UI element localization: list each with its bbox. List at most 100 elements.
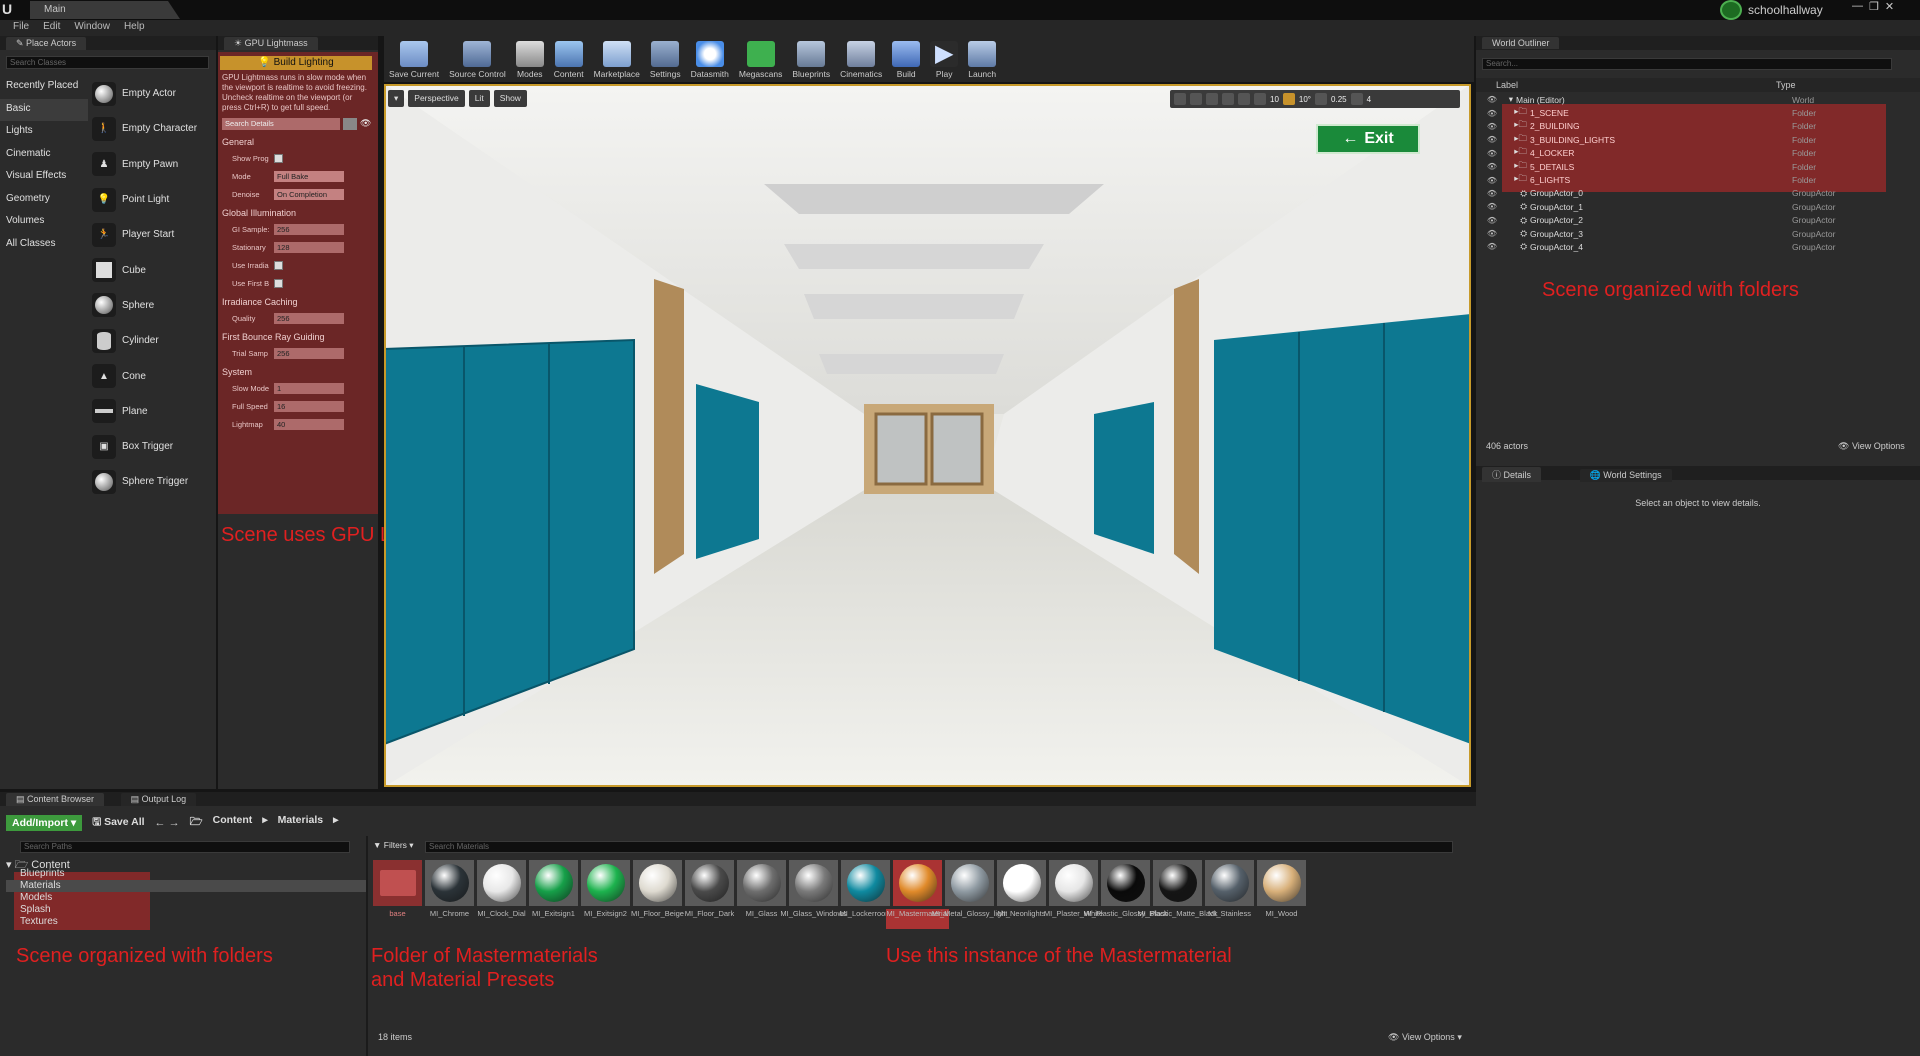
outliner-row[interactable]: 👁 ▸🗀 2_BUILDING Folder xyxy=(1482,119,1912,133)
search-details-input[interactable]: Search Details xyxy=(222,118,340,130)
perspective-button[interactable]: Perspective xyxy=(408,90,465,107)
actor-item[interactable]: Sphere Trigger xyxy=(92,464,212,499)
category-volumes[interactable]: Volumes xyxy=(0,211,88,234)
rotation-snap-value[interactable]: 10° xyxy=(1299,95,1311,104)
setting-checkbox[interactable] xyxy=(274,153,283,163)
material-asset[interactable]: MI_Metal_Glossy_light xyxy=(932,860,1007,929)
menu-file[interactable]: File xyxy=(6,20,36,36)
outliner-row[interactable]: 👁 ▸🗀 3_BUILDING_LIGHTS Folder xyxy=(1482,133,1912,146)
material-asset[interactable]: MI_Floor_Dark xyxy=(685,860,734,929)
category-basic[interactable]: Basic xyxy=(0,98,88,121)
save-all-button[interactable]: 🖫 Save All xyxy=(92,814,144,832)
material-asset[interactable]: MI_Exitsign2 xyxy=(581,860,630,929)
visibility-eye-icon[interactable]: 👁 xyxy=(1482,189,1502,198)
unreal-logo-icon[interactable]: U xyxy=(2,1,18,17)
project-indicator[interactable]: schoolhallway xyxy=(1720,0,1823,20)
visibility-eye-icon[interactable]: 👁 xyxy=(1482,135,1502,144)
actor-item[interactable]: 🏃 Player Start xyxy=(92,217,212,252)
lit-button[interactable]: Lit xyxy=(468,90,490,107)
visibility-eye-icon[interactable]: 👁 xyxy=(1482,216,1502,225)
blueprints-button[interactable]: Blueprints xyxy=(787,36,835,82)
search-materials-input[interactable]: Search Materials xyxy=(425,841,1453,853)
scale-snap-icon[interactable] xyxy=(1315,93,1328,105)
setting-number-input[interactable]: 16 xyxy=(274,400,344,412)
marketplace-button[interactable]: Marketplace xyxy=(589,36,645,82)
setting-number-input[interactable]: 256 xyxy=(274,312,344,324)
outliner-row[interactable]: 👁 ⛭ GroupActor_4 GroupActor xyxy=(1482,240,1912,253)
actor-item[interactable]: ▣ Box Trigger xyxy=(92,429,212,464)
rotation-snap-icon[interactable] xyxy=(1282,93,1295,105)
viewport-menu-button[interactable]: ▾ xyxy=(388,90,405,107)
world-outliner-tab[interactable]: World Outliner xyxy=(1482,37,1560,49)
maximize-icon[interactable]: ❐ xyxy=(1869,0,1879,13)
setting-number-input[interactable]: 256 xyxy=(274,223,344,235)
outliner-row[interactable]: 👁 ⛭ GroupActor_2 GroupActor xyxy=(1482,214,1912,227)
actor-item[interactable]: ♟ Empty Pawn xyxy=(92,147,212,182)
category-cinematic[interactable]: Cinematic xyxy=(0,144,88,167)
outliner-row[interactable]: 👁 ▸🗀 5_DETAILS Folder xyxy=(1482,160,1912,173)
launch-button[interactable]: Launch xyxy=(963,36,1001,82)
setting-number-input[interactable]: 256 xyxy=(274,347,344,359)
world-local-icon[interactable] xyxy=(1222,93,1234,105)
place-actors-tab[interactable]: ✎ Place Actors xyxy=(6,37,87,50)
outliner-row[interactable]: 👁 ▸🗀 4_LOCKER Folder xyxy=(1482,146,1912,160)
breadcrumb-content[interactable]: Content xyxy=(213,814,253,832)
tree-item-blueprints[interactable]: Blueprints xyxy=(6,868,366,880)
category-geometry[interactable]: Geometry xyxy=(0,189,88,212)
section-header[interactable]: General xyxy=(218,132,378,149)
category-all-classes[interactable]: All Classes xyxy=(0,234,88,257)
setting-dropdown[interactable]: Full Bake xyxy=(274,170,344,182)
tree-root[interactable]: ▾ 🗁 Content xyxy=(6,856,366,871)
source-control-button[interactable]: Source Control xyxy=(444,36,511,82)
splitter[interactable] xyxy=(366,836,368,1056)
save-current-button[interactable]: Save Current xyxy=(384,36,444,82)
build-lighting-button[interactable]: 💡 Build Lighting xyxy=(220,56,372,70)
filters-button[interactable]: ▼ Filters ▾ xyxy=(373,840,414,851)
actor-item[interactable]: 💡 Point Light xyxy=(92,182,212,217)
visibility-eye-icon[interactable]: 👁 xyxy=(1482,95,1502,104)
scale-snap-value[interactable]: 0.25 xyxy=(1331,95,1347,104)
visibility-eye-icon[interactable]: 👁 xyxy=(1482,162,1502,171)
outliner-search-input[interactable]: Search... xyxy=(1482,58,1892,70)
content-browser-tab[interactable]: ▤ Content Browser xyxy=(6,793,105,806)
column-type[interactable]: Type xyxy=(1776,78,1796,92)
visibility-eye-icon[interactable]: 👁 xyxy=(1482,176,1502,185)
outliner-row[interactable]: 👁 ⛭ GroupActor_0 GroupActor xyxy=(1482,187,1912,200)
setting-number-input[interactable]: 40 xyxy=(274,418,344,430)
datasmith-button[interactable]: Datasmith xyxy=(686,36,734,82)
asset-folder[interactable]: base xyxy=(373,860,422,929)
scale-icon[interactable] xyxy=(1206,93,1218,105)
play-button[interactable]: ▶ Play xyxy=(925,36,963,82)
menu-help[interactable]: Help xyxy=(117,20,152,36)
outliner-row[interactable]: 👁 ▸🗀 6_LIGHTS Folder xyxy=(1482,173,1912,186)
actor-item[interactable]: Empty Actor xyxy=(92,76,212,111)
tree-item-splash[interactable]: Splash xyxy=(6,904,366,916)
material-asset[interactable]: MI_Wood xyxy=(1257,860,1306,929)
megascans-button[interactable]: Megascans xyxy=(734,36,787,82)
level-tab[interactable]: Main xyxy=(30,1,180,19)
grid-snap-value[interactable]: 10 xyxy=(1270,95,1279,104)
actor-item[interactable]: Cylinder xyxy=(92,323,212,358)
outliner-row[interactable]: 👁 ⛭ GroupActor_3 GroupActor xyxy=(1482,227,1912,240)
modes-button[interactable]: Modes xyxy=(511,36,549,82)
visibility-eye-icon[interactable]: 👁 xyxy=(1482,202,1502,211)
outliner-row[interactable]: 👁 ⛭ GroupActor_1 GroupActor xyxy=(1482,200,1912,213)
material-asset[interactable]: MI_Neonlights xyxy=(997,860,1046,929)
category-lights[interactable]: Lights xyxy=(0,121,88,144)
tree-item-textures[interactable]: Textures xyxy=(6,916,366,928)
actor-item[interactable]: Sphere xyxy=(92,288,212,323)
camera-speed-icon[interactable] xyxy=(1350,93,1363,105)
section-header[interactable]: System xyxy=(218,362,378,379)
build-button[interactable]: Build xyxy=(887,36,925,82)
output-log-tab[interactable]: ▤ Output Log xyxy=(120,793,197,806)
add-import-button[interactable]: Add/Import ▾ xyxy=(6,815,83,831)
material-asset[interactable]: MI_Glass_Windows xyxy=(780,860,847,929)
material-asset[interactable]: MI_Glass xyxy=(737,860,786,929)
visibility-eye-icon[interactable]: 👁 xyxy=(1482,229,1502,238)
content-button[interactable]: Content xyxy=(549,36,589,82)
actor-item[interactable]: 🚶 Empty Character xyxy=(92,111,212,146)
section-header[interactable]: Irradiance Caching xyxy=(218,292,378,309)
outliner-view-options-button[interactable]: 👁 View Options xyxy=(1838,441,1905,452)
back-forward-buttons[interactable]: ← → xyxy=(155,817,180,829)
content-view-options-button[interactable]: 👁 View Options ▾ xyxy=(1388,1032,1462,1043)
